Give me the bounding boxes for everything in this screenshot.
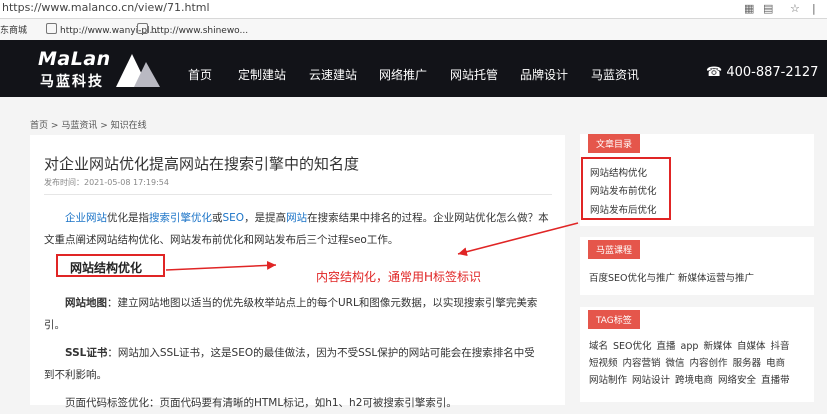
annotation-arrows [165,222,579,271]
arrow-from-toc [457,222,579,257]
arrow-to-annotation [165,260,277,271]
